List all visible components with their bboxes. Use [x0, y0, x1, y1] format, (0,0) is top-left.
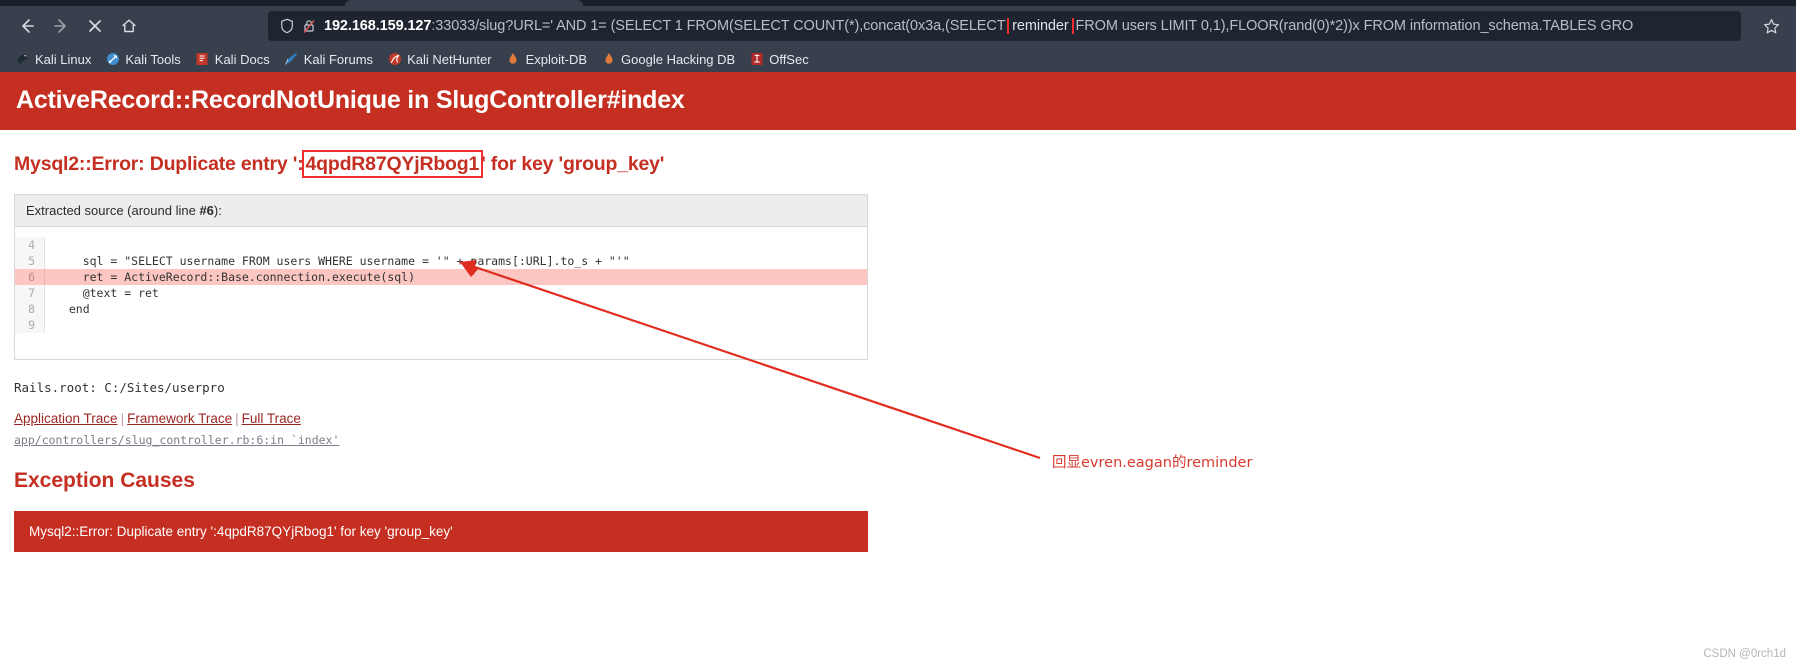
rails-root: Rails.root: C:/Sites/userpro [14, 380, 225, 395]
error-subtitle-before: Mysql2::Error: Duplicate entry ': [14, 153, 304, 175]
code-line: 7 @text = ret [15, 285, 867, 301]
home-icon [122, 19, 136, 33]
offsec-icon [749, 52, 764, 67]
lock-crossed-icon[interactable] [298, 16, 320, 36]
bookmark-kali-nethunter[interactable]: Kali NetHunter [382, 50, 501, 69]
bookmark-kali-forums[interactable]: Kali Forums [279, 50, 382, 69]
error-subtitle-after: ' for key 'group_key' [481, 153, 665, 175]
line-code: end [55, 302, 90, 316]
trace-file-link[interactable]: app/controllers/slug_controller.rb:6:in … [14, 433, 339, 447]
trace-separator: | [120, 411, 125, 426]
url-highlight-reminder: reminder [1007, 18, 1074, 34]
line-number: 5 [15, 253, 45, 269]
kali-dragon-icon [15, 52, 30, 67]
bookmark-google-hacking-db[interactable]: Google Hacking DB [596, 50, 744, 69]
bookmark-label: Kali Docs [214, 51, 270, 67]
annotation-text: 回显evren.eagan的reminder [1052, 455, 1253, 471]
shield-icon[interactable] [276, 16, 298, 36]
bookmark-offsec[interactable]: OffSec [744, 50, 818, 69]
ghdb-icon [601, 52, 616, 67]
url-text[interactable]: 192.168.159.127:33033/slug?URL=' AND 1= … [324, 18, 1733, 34]
code-line-highlighted: 6 ret = ActiveRecord::Base.connection.ex… [15, 269, 867, 285]
bookmark-label: Kali Forums [303, 51, 374, 67]
line-number: 8 [15, 301, 45, 317]
code-line: 5 sql = "SELECT username FROM users WHER… [15, 253, 867, 269]
framework-trace-link[interactable]: Framework Trace [127, 411, 232, 426]
address-bar[interactable]: 192.168.159.127:33033/slug?URL=' AND 1= … [268, 11, 1741, 41]
bookmark-kali-docs[interactable]: Kali Docs [190, 50, 279, 69]
code-bottom-padding [15, 333, 867, 359]
back-button[interactable] [10, 11, 44, 41]
bookmark-star-button[interactable] [1756, 11, 1786, 41]
line-number: 9 [15, 317, 45, 333]
arrow-left-icon [22, 19, 34, 33]
home-button[interactable] [112, 11, 146, 41]
code-top-padding [15, 227, 867, 237]
close-x-icon [89, 20, 101, 32]
trace-separator: | [235, 411, 239, 426]
arrow-right-icon [54, 19, 66, 33]
kali-docs-icon [195, 52, 210, 67]
source-head-suffix: ): [213, 203, 222, 218]
error-subtitle: Mysql2::Error: Duplicate entry ': 4qpdR87… [0, 130, 1796, 178]
line-number: 7 [15, 285, 45, 301]
browser-chrome: 192.168.159.127:33033/slug?URL=' AND 1= … [0, 0, 1796, 72]
navigation-toolbar: 192.168.159.127:33033/slug?URL=' AND 1= … [0, 6, 1796, 46]
kali-forums-icon [284, 52, 299, 67]
bookmarks-bar: Kali Linux Kali Tools Kali Docs Kali For… [0, 46, 1796, 72]
source-head-prefix: Extracted source (around line [26, 203, 200, 218]
exception-message-box: Mysql2::Error: Duplicate entry ':4qpdR87… [14, 511, 868, 552]
code-block: 45 sql = "SELECT username FROM users WHE… [15, 227, 867, 359]
line-number: 6 [15, 269, 45, 285]
exception-causes-title: Exception Causes [14, 469, 195, 492]
bookmark-exploit-db[interactable]: Exploit-DB [501, 50, 596, 69]
trace-links: Application Trace | Framework Trace | Full T… [14, 411, 1796, 426]
code-line: 8 end [15, 301, 867, 317]
code-line: 4 [15, 237, 867, 253]
watermark: CSDN @0rch1d [1703, 648, 1786, 660]
forward-button[interactable] [44, 11, 78, 41]
bookmark-label: Exploit-DB [525, 51, 588, 67]
source-head-line: #6 [199, 203, 214, 218]
exploitdb-icon [506, 52, 521, 67]
bookmark-label: OffSec [769, 51, 809, 67]
star-icon [1763, 18, 1779, 33]
kali-tools-icon [105, 52, 120, 67]
line-number: 4 [15, 237, 45, 253]
error-subtitle-highlight: 4qpdR87QYjRbog1 [301, 150, 484, 178]
bookmark-label: Kali NetHunter [407, 51, 492, 67]
full-trace-link[interactable]: Full Trace [242, 411, 301, 426]
application-trace-link[interactable]: Application Trace [14, 411, 118, 426]
error-header: ActiveRecord::RecordNotUnique in SlugCon… [0, 72, 1796, 130]
extracted-source-heading: Extracted source (around line #6): [15, 195, 867, 227]
bookmark-label: Kali Linux [35, 51, 92, 67]
line-code: sql = "SELECT username FROM users WHERE … [55, 254, 630, 268]
bookmark-label: Google Hacking DB [621, 51, 736, 67]
url-suffix: FROM users LIMIT 0,1),FLOOR(rand(0)*2))x… [1071, 18, 1634, 34]
source-code: 45 sql = "SELECT username FROM users WHE… [15, 237, 867, 333]
url-host: 192.168.159.127 [324, 18, 432, 34]
line-code: ret = ActiveRecord::Base.connection.exec… [55, 270, 416, 284]
url-prefix: :33033/slug?URL=' AND 1= (SELECT 1 FROM(… [431, 18, 1010, 34]
code-line: 9 [15, 317, 867, 333]
line-code: @text = ret [55, 286, 159, 300]
nethunter-icon [387, 52, 402, 67]
page-content: ActiveRecord::RecordNotUnique in SlugCon… [0, 72, 1796, 667]
bookmark-label: Kali Tools [125, 51, 181, 67]
stop-button[interactable] [78, 11, 112, 41]
bookmark-kali-tools[interactable]: Kali Tools [100, 50, 189, 69]
bookmark-kali-linux[interactable]: Kali Linux [10, 50, 100, 69]
extracted-source-panel: Extracted source (around line #6): 45 sq… [14, 194, 868, 360]
trace-file-row: app/controllers/slug_controller.rb:6:in … [14, 433, 1796, 447]
